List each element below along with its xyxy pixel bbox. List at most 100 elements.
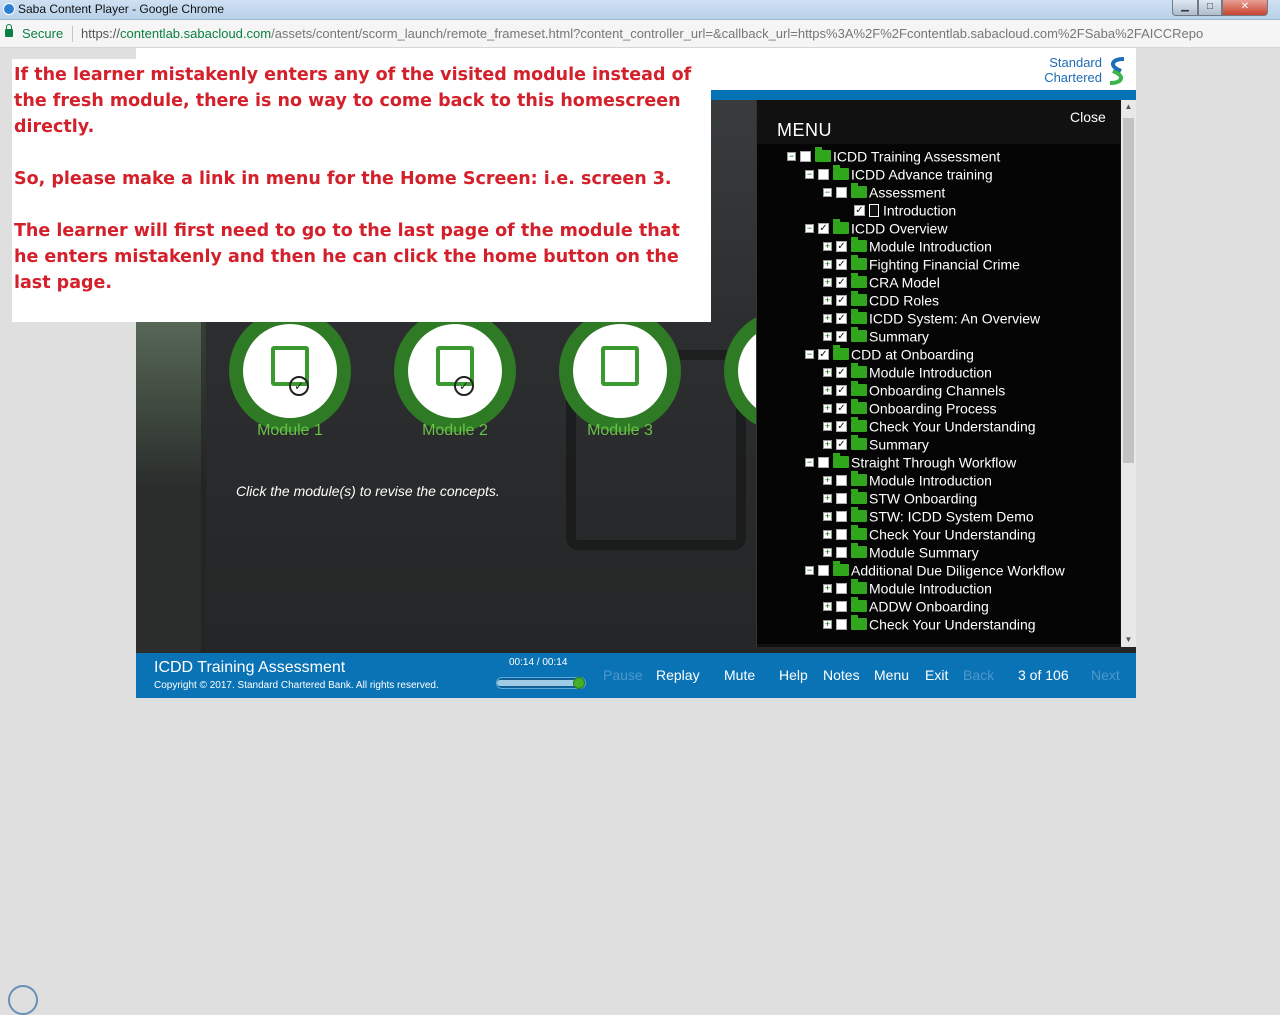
expand-icon[interactable]: + bbox=[823, 547, 832, 557]
menu-tree-item[interactable]: − ICDD Advance training bbox=[805, 165, 993, 183]
expand-icon[interactable]: + bbox=[823, 529, 832, 539]
expand-icon[interactable]: + bbox=[823, 403, 832, 413]
completion-checkbox: ✓ bbox=[836, 330, 847, 342]
collapse-icon[interactable]: − bbox=[805, 457, 814, 467]
menu-tree-item[interactable]: + Check Your Understanding bbox=[823, 615, 1036, 633]
next-button[interactable]: Next bbox=[1091, 667, 1120, 683]
completion-checkbox: ✓ bbox=[854, 204, 865, 216]
menu-tree-item-label: ADDW Onboarding bbox=[869, 598, 989, 615]
taskbar-start-icon[interactable] bbox=[8, 985, 38, 1015]
collapse-icon[interactable]: − bbox=[787, 151, 796, 161]
url-path: /assets/content/scorm_launch/remote_fram… bbox=[271, 26, 1204, 41]
collapse-icon[interactable]: − bbox=[805, 565, 814, 575]
menu-tree-item[interactable]: ✓ Introduction bbox=[841, 201, 956, 219]
expand-icon[interactable]: + bbox=[823, 583, 832, 593]
menu-tree-item[interactable]: + Module Summary bbox=[823, 543, 979, 561]
menu-tree-item-label: ICDD Training Assessment bbox=[833, 148, 1001, 165]
replay-button[interactable]: Replay bbox=[656, 667, 700, 683]
completion-checkbox: ✓ bbox=[836, 312, 847, 324]
progress-knob[interactable] bbox=[573, 677, 585, 689]
completion-checkbox: ✓ bbox=[836, 438, 847, 450]
expand-icon[interactable]: + bbox=[823, 439, 832, 449]
menu-tree-item[interactable]: + ✓ Summary bbox=[823, 435, 929, 453]
notes-button[interactable]: Notes bbox=[823, 667, 860, 683]
folder-icon bbox=[851, 471, 867, 487]
menu-tree-item[interactable]: + Check Your Understanding bbox=[823, 525, 1036, 543]
back-button[interactable]: Back bbox=[963, 667, 994, 683]
secure-label[interactable]: Secure bbox=[22, 26, 63, 41]
menu-tree-item[interactable]: + ✓ CDD Roles bbox=[823, 291, 939, 309]
folder-icon bbox=[851, 273, 867, 289]
collapse-icon[interactable]: − bbox=[805, 349, 814, 359]
folder-icon bbox=[851, 399, 867, 415]
expand-icon[interactable]: + bbox=[823, 421, 832, 431]
menu-tree-item[interactable]: + Module Introduction bbox=[823, 471, 992, 489]
menu-tree-item[interactable]: − ICDD Training Assessment bbox=[787, 147, 1000, 165]
menu-tree-item[interactable]: + ✓ Module Introduction bbox=[823, 363, 992, 381]
menu-tree-item[interactable]: − ✓ ICDD Overview bbox=[805, 219, 947, 237]
expand-icon[interactable]: + bbox=[823, 511, 832, 521]
menu-tree-item-label: STW: ICDD System Demo bbox=[869, 508, 1034, 525]
folder-icon bbox=[833, 219, 849, 235]
scroll-up-icon[interactable]: ▲ bbox=[1121, 100, 1136, 114]
scroll-down-icon[interactable]: ▼ bbox=[1121, 633, 1136, 647]
close-window-button[interactable]: ✕ bbox=[1222, 0, 1268, 16]
expand-icon[interactable]: + bbox=[823, 313, 832, 323]
menu-tree-item[interactable]: + ✓ CRA Model bbox=[823, 273, 940, 291]
expand-icon[interactable]: + bbox=[823, 367, 832, 377]
menu-button[interactable]: Menu bbox=[874, 667, 909, 683]
collapse-icon[interactable]: − bbox=[805, 223, 814, 233]
logo-mark-icon bbox=[1109, 57, 1125, 85]
expand-icon[interactable]: + bbox=[823, 601, 832, 611]
folder-icon bbox=[851, 597, 867, 613]
annotation-paragraph-1: If the learner mistakenly enters any of … bbox=[14, 65, 692, 137]
menu-tree-item[interactable]: − Additional Due Diligence Workflow bbox=[805, 561, 1065, 579]
pause-button[interactable]: Pause bbox=[603, 667, 643, 683]
review-annotation: If the learner mistakenly enters any of … bbox=[12, 59, 711, 322]
menu-tree-item-label: STW Onboarding bbox=[869, 490, 978, 507]
playback-timer: 00:14 / 00:14 bbox=[509, 657, 568, 668]
expand-icon[interactable]: + bbox=[823, 259, 832, 269]
menu-tree-item[interactable]: + ✓ Summary bbox=[823, 327, 929, 345]
playback-progress-bar[interactable] bbox=[496, 677, 586, 689]
expand-icon[interactable]: + bbox=[823, 331, 832, 341]
menu-tree-item[interactable]: − Straight Through Workflow bbox=[805, 453, 1016, 471]
menu-tree-item[interactable]: − ✓ CDD at Onboarding bbox=[805, 345, 974, 363]
folder-icon bbox=[851, 543, 867, 559]
collapse-icon[interactable]: − bbox=[823, 187, 832, 197]
menu-tree-item-label: Check Your Understanding bbox=[869, 418, 1036, 435]
expand-icon[interactable]: + bbox=[823, 493, 832, 503]
folder-icon bbox=[851, 417, 867, 433]
menu-tree-item[interactable]: + ✓ Onboarding Channels bbox=[823, 381, 1005, 399]
menu-scrollbar[interactable]: ▲ ▼ bbox=[1121, 100, 1136, 647]
menu-tree-item[interactable]: + Module Introduction bbox=[823, 579, 992, 597]
minimize-button[interactable]: ▁ bbox=[1172, 0, 1198, 16]
menu-tree-item[interactable]: − Assessment bbox=[823, 183, 945, 201]
menu-tree-item[interactable]: + ✓ ICDD System: An Overview bbox=[823, 309, 1040, 327]
address-bar[interactable]: Secure https://contentlab.sabacloud.com/… bbox=[0, 20, 1280, 48]
mute-button[interactable]: Mute bbox=[724, 667, 755, 683]
menu-tree-item[interactable]: + ✓ Check Your Understanding bbox=[823, 417, 1036, 435]
maximize-button[interactable]: □ bbox=[1198, 0, 1222, 16]
expand-icon[interactable]: + bbox=[823, 295, 832, 305]
collapse-icon[interactable]: − bbox=[805, 169, 814, 179]
menu-tree-item[interactable]: + ✓ Onboarding Process bbox=[823, 399, 997, 417]
standard-chartered-logo: Standard Chartered bbox=[1026, 54, 1136, 88]
scrollbar-thumb[interactable] bbox=[1123, 118, 1134, 463]
expand-icon[interactable]: + bbox=[823, 385, 832, 395]
menu-tree-item-label: Module Summary bbox=[869, 544, 979, 561]
menu-tree-item[interactable]: + ✓ Module Introduction bbox=[823, 237, 992, 255]
expand-icon[interactable]: + bbox=[823, 241, 832, 251]
menu-tree-item[interactable]: + ✓ Fighting Financial Crime bbox=[823, 255, 1020, 273]
menu-close-button[interactable]: Close bbox=[1070, 109, 1106, 125]
expand-icon[interactable]: + bbox=[823, 277, 832, 287]
url-field[interactable]: https://contentlab.sabacloud.com/assets/… bbox=[81, 26, 1276, 41]
expand-icon[interactable]: + bbox=[823, 475, 832, 485]
help-button[interactable]: Help bbox=[779, 667, 808, 683]
exit-button[interactable]: Exit bbox=[925, 667, 948, 683]
menu-tree-item[interactable]: + ADDW Onboarding bbox=[823, 597, 989, 615]
expand-icon[interactable]: + bbox=[823, 619, 832, 629]
menu-tree-item[interactable]: + STW: ICDD System Demo bbox=[823, 507, 1034, 525]
menu-tree-item[interactable]: + STW Onboarding bbox=[823, 489, 977, 507]
completion-checkbox bbox=[836, 510, 847, 522]
